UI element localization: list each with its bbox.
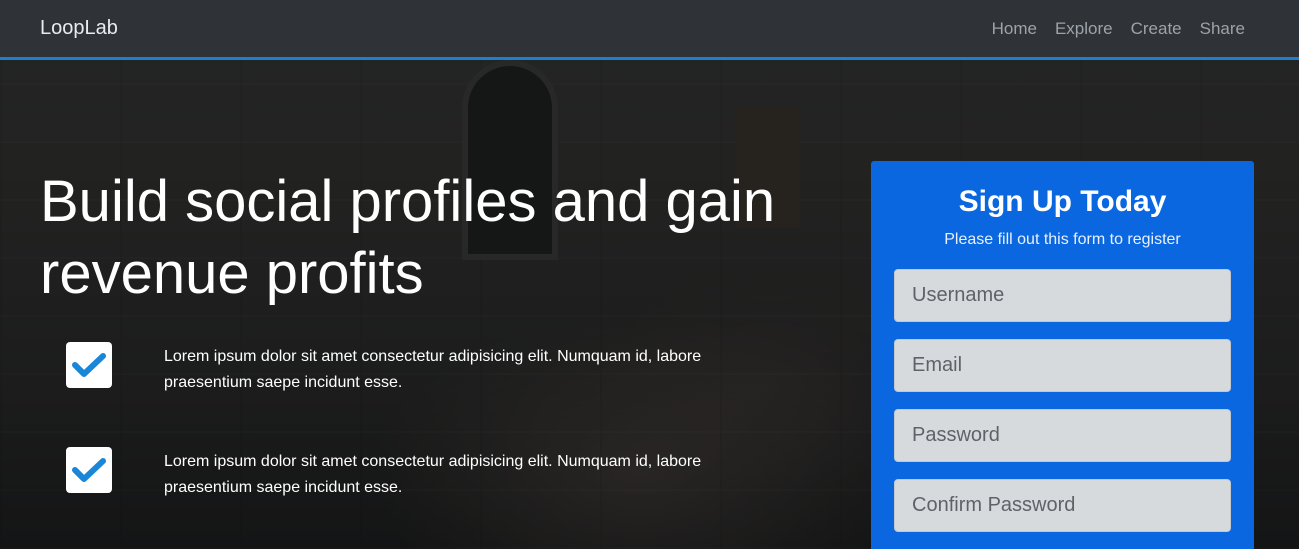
checkmark-icon — [66, 342, 112, 388]
nav-link-explore[interactable]: Explore — [1055, 19, 1113, 39]
feature-item-2: Lorem ipsum dolor sit amet consectetur a… — [66, 447, 786, 501]
feature-item-1: Lorem ipsum dolor sit amet consectetur a… — [66, 342, 786, 396]
signup-subtitle: Please fill out this form to register — [944, 231, 1181, 248]
confirm-password-field[interactable] — [894, 479, 1231, 532]
signup-title: Sign Up Today — [958, 185, 1167, 218]
email-field[interactable] — [894, 339, 1231, 392]
nav-links: Home Explore Create Share — [992, 19, 1245, 39]
feature-text: Lorem ipsum dolor sit amet consectetur a… — [164, 453, 702, 496]
signup-card: Sign Up Today Please fill out this form … — [871, 161, 1254, 549]
username-field[interactable] — [894, 269, 1231, 322]
hero-headline: Build social profiles and gain revenue p… — [40, 169, 776, 306]
nav-link-create[interactable]: Create — [1131, 19, 1182, 39]
nav-link-home[interactable]: Home — [992, 19, 1037, 39]
nav-link-share[interactable]: Share — [1200, 19, 1245, 39]
feature-text: Lorem ipsum dolor sit amet consectetur a… — [164, 348, 702, 391]
brand-logo[interactable]: LoopLab — [40, 17, 118, 40]
password-field[interactable] — [894, 409, 1231, 462]
navbar: LoopLab Home Explore Create Share — [0, 0, 1299, 60]
checkmark-icon — [66, 447, 112, 493]
